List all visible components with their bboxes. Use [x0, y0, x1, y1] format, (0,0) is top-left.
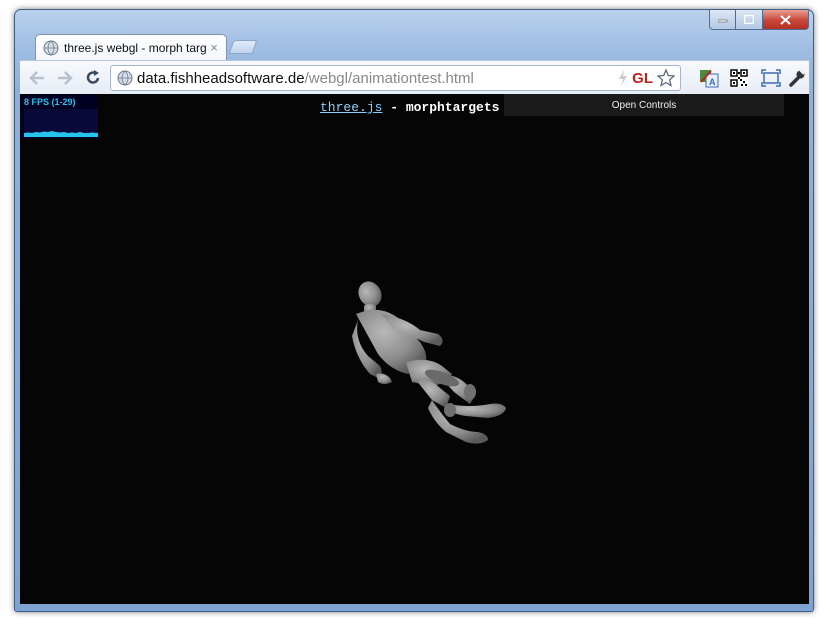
settings-button[interactable] [786, 67, 808, 89]
window-controls [709, 10, 809, 30]
open-controls-button[interactable]: Open Controls [504, 94, 784, 116]
maximize-icon [744, 15, 754, 24]
toolbar: data.fishheadsoftware.de/webgl/animation… [20, 60, 809, 94]
tab-title: three.js webgl - morph targ [64, 40, 207, 55]
close-window-button[interactable] [763, 10, 809, 30]
fps-label: 8 FPS (1-29) [24, 97, 76, 107]
url-path: /webgl/animationtest.html [304, 69, 474, 87]
fps-graph [24, 109, 98, 137]
info-caption-text: - morphtargets [382, 100, 500, 115]
back-button[interactable] [26, 67, 48, 89]
fullscreen-button[interactable] [760, 67, 782, 89]
minimize-button[interactable] [709, 10, 736, 30]
address-bar[interactable]: data.fishheadsoftware.de/webgl/animation… [110, 65, 681, 91]
webgl-viewport[interactable]: 8 FPS (1-29) three.js - morphtargets Ope… [20, 94, 809, 604]
threejs-link[interactable]: three.js [320, 100, 382, 115]
qr-code-button[interactable] [728, 67, 750, 89]
fullscreen-icon [761, 69, 781, 87]
minimize-icon [717, 19, 727, 22]
browser-window: three.js webgl - morph targ × data.fishh… [14, 9, 814, 612]
tab-active[interactable]: three.js webgl - morph targ × [35, 34, 227, 60]
wrench-icon [789, 69, 805, 87]
forward-arrow-icon [58, 71, 73, 85]
translate-button[interactable]: A [698, 67, 720, 89]
svg-text:A: A [709, 77, 716, 87]
page-globe-icon [117, 70, 133, 86]
gl-badge[interactable]: GL [632, 70, 653, 87]
new-tab-button[interactable] [228, 40, 258, 54]
tab-close-icon[interactable]: × [208, 40, 220, 55]
reload-button[interactable] [82, 67, 104, 89]
omnibox-actions: GL [618, 69, 675, 87]
globe-icon [43, 40, 59, 55]
url-text: data.fishheadsoftware.de/webgl/animation… [137, 70, 474, 87]
star-icon[interactable] [657, 69, 675, 87]
reload-icon [86, 70, 100, 84]
translate-icon: A [700, 70, 719, 88]
morph-target-figure[interactable] [320, 274, 540, 464]
info-caption: three.js - morphtargets [320, 100, 499, 115]
lightning-icon[interactable] [618, 70, 628, 86]
maximize-button[interactable] [736, 10, 763, 30]
close-icon [780, 14, 791, 25]
url-host: data.fishheadsoftware.de [137, 69, 305, 87]
fps-stats-panel[interactable]: 8 FPS (1-29) [22, 95, 98, 139]
qr-code-icon [730, 69, 748, 87]
back-arrow-icon [29, 71, 44, 85]
forward-button[interactable] [54, 67, 76, 89]
